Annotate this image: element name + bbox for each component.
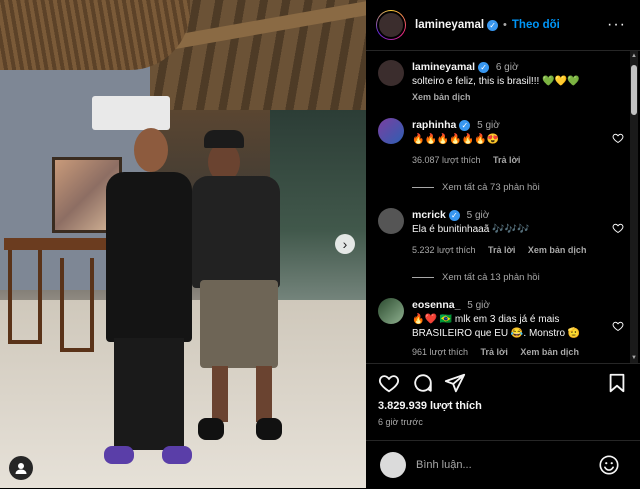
caption-text: solteiro e feliz, this is brasil!!! 💚💛💚 [412, 76, 580, 87]
comment-username[interactable]: eosenna_ [412, 299, 460, 311]
view-replies-label[interactable]: Xem tất cả 73 phản hồi [442, 182, 540, 193]
translate-link[interactable]: Xem bản dịch [520, 347, 579, 357]
photo-chair [60, 258, 94, 352]
comments-list[interactable]: lamineyamal ✓ 6 giờ solteiro e feliz, thi… [366, 51, 628, 363]
more-icon[interactable]: ··· [607, 16, 626, 34]
translate-link[interactable]: Xem bản dịch [412, 92, 471, 102]
photo-chair [8, 250, 42, 344]
photo-person-left [100, 128, 196, 468]
photo-air-conditioner [92, 96, 170, 130]
bookmark-icon[interactable] [606, 372, 628, 394]
view-replies-link[interactable]: Xem tất cả 73 phản hồi [412, 182, 540, 193]
comment-username[interactable]: lamineyamal [412, 61, 475, 73]
heart-icon[interactable] [612, 132, 624, 144]
avatar[interactable] [378, 208, 404, 234]
photo-person-right [192, 130, 284, 460]
verified-icon: ✓ [459, 119, 471, 131]
reply-button[interactable]: Trả lời [480, 347, 507, 357]
chevron-right-icon[interactable]: › [335, 234, 355, 254]
comment-username[interactable]: raphinha [412, 119, 456, 131]
comment-text: 🔥🔥🔥🔥🔥🔥😍 [412, 134, 500, 145]
verified-icon: ✓ [448, 209, 460, 221]
translate-link[interactable]: Xem bản dịch [528, 245, 587, 255]
comment-likes[interactable]: 5.232 lượt thích [412, 245, 475, 255]
follow-button[interactable]: Theo dõi [512, 19, 560, 31]
verified-icon: ✓ [487, 19, 499, 31]
post-side-panel: lamineyamal ✓ • Theo dõi ··· lamineyamal… [366, 0, 640, 488]
view-replies-label[interactable]: Xem tất cả 13 phản hồi [442, 272, 540, 283]
comment-input[interactable]: Bình luận... [416, 459, 472, 471]
verified-icon: ✓ [478, 61, 490, 73]
emoji-icon[interactable] [598, 454, 620, 476]
avatar[interactable] [376, 10, 406, 40]
comment-username[interactable]: mcrick [412, 209, 446, 221]
comment-time: 5 giờ [467, 300, 490, 311]
post-time: 6 giờ trước [378, 417, 423, 427]
comments-scrollbar[interactable]: ▲ ▼ [630, 51, 638, 363]
comment-text: Ela é bunitinhaaã 🎶🎶🎶 [412, 224, 530, 235]
avatar [380, 452, 406, 478]
comment-box: Bình luận... [366, 440, 640, 489]
heart-icon[interactable] [612, 222, 624, 234]
comment-text: 🔥❤️ 🇧🇷 mlk em 3 dias já é mais BRASILEIR… [412, 314, 581, 339]
like-count[interactable]: 3.829.939 lượt thích [378, 400, 482, 412]
avatar[interactable] [378, 60, 404, 86]
header-username[interactable]: lamineyamal [415, 19, 484, 31]
post-header: lamineyamal ✓ • Theo dõi ··· [366, 0, 640, 51]
heart-icon[interactable] [612, 320, 624, 332]
photo-table [4, 238, 109, 250]
view-replies-link[interactable]: Xem tất cả 13 phản hồi [412, 272, 540, 283]
comment-time: 6 giờ [495, 62, 519, 73]
user-tag-icon[interactable] [9, 456, 33, 480]
separator-dot: • [503, 19, 507, 31]
photo-thatch-roof [0, 0, 190, 70]
comment-icon[interactable] [412, 372, 434, 394]
reply-button[interactable]: Trả lời [493, 155, 520, 165]
comment-likes[interactable]: 961 lượt thích [412, 347, 468, 357]
reply-button[interactable]: Trả lời [488, 245, 515, 255]
post-photo[interactable]: › [0, 0, 366, 488]
comment-time: 5 giờ [466, 210, 490, 221]
share-icon[interactable] [444, 372, 466, 394]
avatar[interactable] [378, 118, 404, 144]
comment-time: 5 giờ [477, 120, 500, 131]
comment-likes[interactable]: 36.087 lượt thích [412, 155, 480, 165]
avatar[interactable] [378, 298, 404, 324]
photo-background-view [270, 110, 366, 310]
action-bar [366, 363, 640, 400]
heart-icon[interactable] [378, 372, 400, 394]
